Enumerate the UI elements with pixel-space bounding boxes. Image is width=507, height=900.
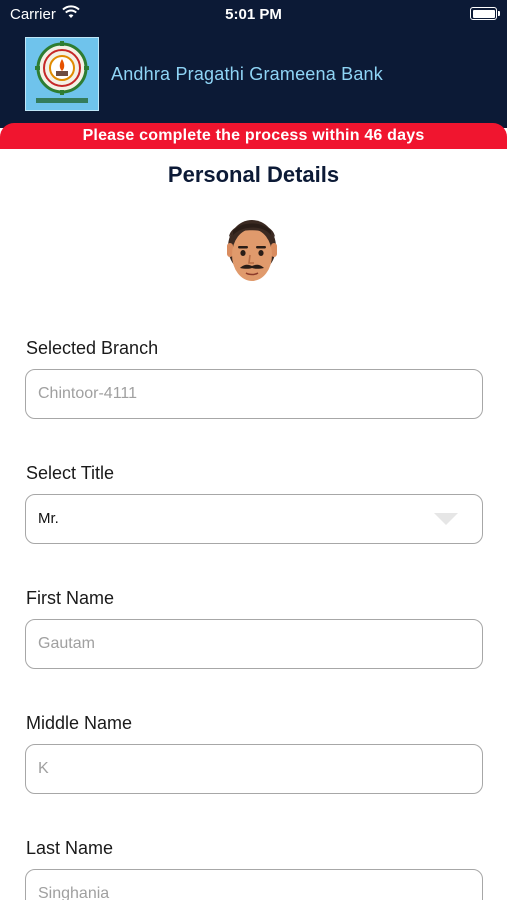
deadline-banner: Please complete the process within 46 da… — [0, 123, 507, 149]
selected-branch-label: Selected Branch — [26, 338, 159, 358]
chevron-down-icon — [434, 513, 458, 525]
selected-branch-value: Chintoor-4111 — [38, 385, 138, 402]
selected-branch-field[interactable]: Chintoor-4111 — [25, 369, 483, 419]
last-name-label: Last Name — [26, 838, 114, 858]
select-title-label: Select Title — [26, 463, 115, 483]
first-name-label: First Name — [26, 588, 115, 608]
last-name-field[interactable]: Singhania — [25, 869, 483, 900]
man-avatar-icon — [227, 220, 277, 281]
select-title-value: Mr. — [38, 510, 59, 527]
battery-icon — [470, 7, 500, 20]
status-bar: Carrier 5:01 PM — [0, 0, 507, 28]
middle-name-field[interactable]: K — [25, 744, 483, 794]
first-name-value: Gautam — [38, 635, 95, 652]
bank-name: Andhra Pragathi Grameena Bank — [111, 64, 383, 84]
app-header: Carrier 5:01 PM Andhra Pragathi Grameena… — [0, 0, 507, 128]
clock: 5:01 PM — [225, 6, 282, 23]
bank-logo-icon — [25, 37, 99, 111]
select-title-dropdown[interactable]: Mr. — [25, 494, 483, 544]
page-title: Personal Details — [167, 162, 340, 187]
last-name-value: Singhania — [38, 885, 110, 900]
personal-details-form: Personal Details Selected Branch Chintoo… — [0, 149, 507, 900]
middle-name-label: Middle Name — [26, 713, 133, 733]
middle-name-value: K — [38, 760, 49, 777]
first-name-field[interactable]: Gautam — [25, 619, 483, 669]
